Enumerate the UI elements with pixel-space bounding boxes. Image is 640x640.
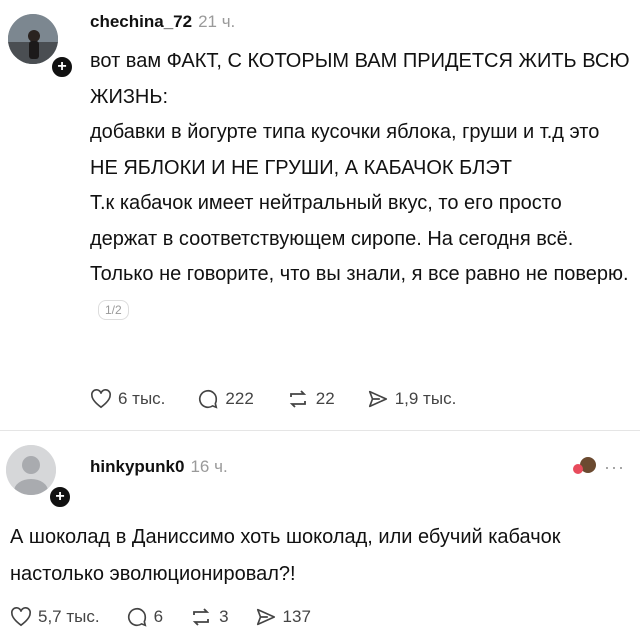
avatar[interactable] <box>8 14 58 64</box>
repost-button[interactable]: 3 <box>189 606 229 628</box>
username-text[interactable]: chechina_72 <box>90 12 192 31</box>
repost-count: 22 <box>315 389 335 408</box>
repost-count: 3 <box>219 607 229 626</box>
share-button[interactable]: 137 <box>255 606 311 628</box>
share-count: 1,9 тыс. <box>394 389 457 408</box>
avatar[interactable] <box>6 445 56 495</box>
share-icon <box>256 608 275 626</box>
username[interactable]: chechina_72 21 ч. <box>90 12 235 32</box>
post-actions: 5,7 тыс. 6 3 137 <box>10 606 343 628</box>
comment-icon <box>127 607 147 627</box>
username-text[interactable]: hinkypunk0 <box>90 457 184 476</box>
repost-icon <box>192 608 210 626</box>
follow-plus-icon[interactable]: + <box>50 55 74 79</box>
share-icon <box>368 390 387 408</box>
reaction-icon <box>570 455 600 482</box>
heart-icon <box>91 389 111 409</box>
post-1: + chechina_72 21 ч. вот вам ФАКТ, С КОТОР… <box>0 0 640 430</box>
post-actions: 6 тыс. 222 22 1,9 тыс. <box>90 388 488 410</box>
post-time: 21 ч. <box>198 12 236 31</box>
post-text: А шоколад в Даниссимо хоть шоколад, или … <box>10 526 561 585</box>
like-count: 5,7 тыс. <box>38 607 100 626</box>
heart-icon <box>11 607 31 627</box>
comment-button[interactable]: 222 <box>197 388 254 410</box>
like-count: 6 тыс. <box>118 389 166 408</box>
comment-button[interactable]: 6 <box>126 606 163 628</box>
paragraph-1: вот вам ФАКТ, С КОТОРЫМ ВАМ ПРИДЕТСЯ ЖИТ… <box>90 50 630 108</box>
paragraph-3-text: Т.к кабачок имеет нейтральный вкус, то е… <box>90 192 629 285</box>
post-text: вот вам ФАКТ, С КОТОРЫМ ВАМ ПРИДЕТСЯ ЖИТ… <box>90 44 630 328</box>
post-time: 16 ч. <box>190 457 228 476</box>
more-icon[interactable]: ··· <box>604 457 625 478</box>
like-button[interactable]: 5,7 тыс. <box>10 607 100 627</box>
repost-icon <box>289 390 306 408</box>
paragraph-3: Т.к кабачок имеет нейтральный вкус, то е… <box>90 186 630 328</box>
comment-count: 6 <box>153 607 164 626</box>
repost-button[interactable]: 22 <box>286 388 335 410</box>
follow-plus-icon[interactable]: + <box>48 485 72 509</box>
share-button[interactable]: 1,9 тыс. <box>367 388 457 410</box>
post-2: + hinkypunk0 16 ч. ··· А шоколад в Данисс… <box>0 431 640 640</box>
page-indicator: 1/2 <box>98 300 129 321</box>
paragraph-2: добавки в йогурте типа кусочки яблока, г… <box>90 121 600 179</box>
comment-icon <box>199 389 218 409</box>
comment-count: 222 <box>225 389 254 408</box>
share-count: 137 <box>282 607 311 626</box>
username[interactable]: hinkypunk0 16 ч. <box>90 457 228 477</box>
like-button[interactable]: 6 тыс. <box>90 389 165 409</box>
